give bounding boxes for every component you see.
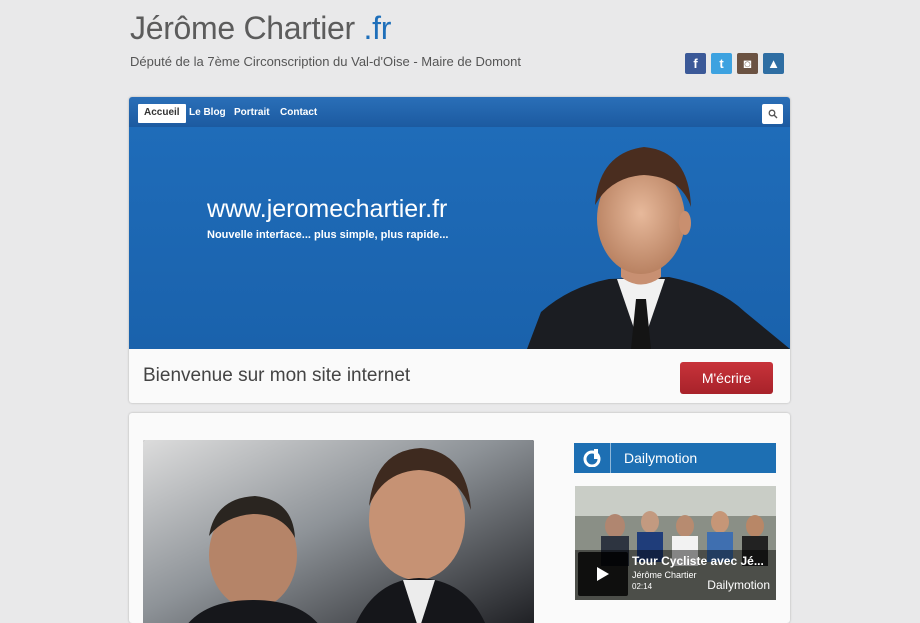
search-icon [768, 109, 777, 119]
nav-item-contact[interactable]: Contact [280, 104, 317, 123]
video-title[interactable]: Tour Cycliste avec Jé... [632, 554, 764, 568]
featured-photo-image [143, 440, 534, 623]
nav-item-accueil[interactable]: Accueil [138, 104, 186, 123]
dailymotion-title: Dailymotion [624, 450, 698, 466]
banner-tagline: Nouvelle interface... plus simple, plus … [207, 229, 449, 241]
hero-card: Accueil Le Blog Portrait Contact www.jer… [129, 97, 790, 403]
video-brand: Dailymotion [707, 578, 770, 592]
play-button[interactable] [578, 552, 628, 596]
video-duration: 02:14 [632, 582, 653, 591]
main-nav: Accueil Le Blog Portrait Contact [129, 97, 790, 127]
video-thumbnail[interactable]: Tour Cycliste avec Jé... Jérôme Chartier… [575, 486, 776, 600]
nav-item-le-blog[interactable]: Le Blog [189, 104, 226, 123]
banner-url: www.jeromechartier.fr [207, 195, 448, 223]
instagram-icon[interactable]: ◙ [737, 53, 758, 74]
social-links: f t ◙ ▲ [685, 53, 784, 74]
dailymotion-logo-icon [574, 443, 611, 473]
facebook-icon[interactable]: f [685, 53, 706, 74]
welcome-text: Bienvenue sur mon site internet [143, 365, 411, 386]
content-card: Dailymotion Tour Cycliste avec Jé... Jér… [129, 413, 790, 623]
dailymotion-widget-header: Dailymotion [574, 443, 776, 473]
featured-photo[interactable] [143, 440, 534, 623]
nav-item-portrait[interactable]: Portrait [234, 104, 270, 123]
site-title-name: Jérôme Chartier [130, 10, 355, 46]
hero-banner: www.jeromechartier.fr Nouvelle interface… [129, 127, 790, 349]
video-author: Jérôme Chartier [632, 570, 697, 580]
play-icon [597, 567, 609, 581]
site-title-tld: .fr [354, 10, 392, 46]
write-me-button[interactable]: M'écrire [680, 362, 773, 394]
twitter-icon[interactable]: t [711, 53, 732, 74]
search-button[interactable] [762, 104, 783, 124]
other-social-icon[interactable]: ▲ [763, 53, 784, 74]
site-title[interactable]: Jérôme Chartier .fr [130, 10, 391, 47]
site-subtitle: Député de la 7ème Circonscription du Val… [130, 54, 521, 69]
